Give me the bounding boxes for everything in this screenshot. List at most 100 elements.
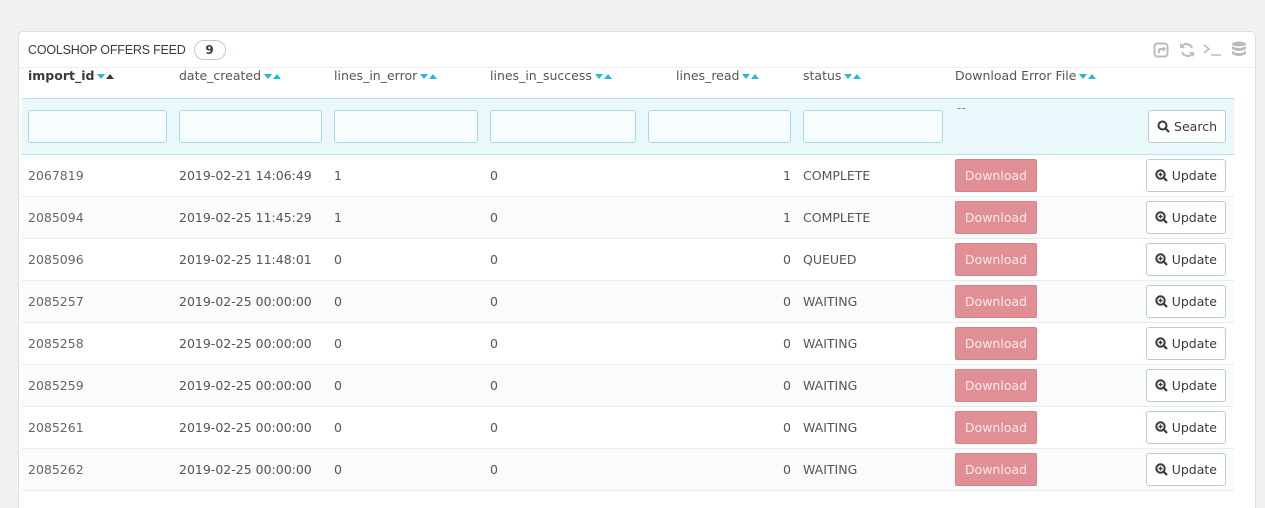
cell-date-created: 2019-02-25 00:00:00	[173, 448, 328, 491]
table-header-row: import_id date_created lines_in_error li…	[22, 53, 1234, 98]
table-row: 2085259 2019-02-25 00:00:00 0 0 0 WAITING Down…	[22, 364, 1234, 407]
table-row: 2085094 2019-02-25 11:45:29 1 0 1 COMPLETE Dow…	[22, 196, 1234, 239]
download-error-file-button[interactable]: Download	[955, 326, 1037, 360]
sort-desc-icon[interactable]	[420, 73, 429, 79]
download-error-file-button[interactable]: Download	[955, 410, 1037, 444]
download-error-file-button[interactable]: Download	[955, 200, 1037, 234]
no-filter-placeholder: --	[957, 100, 966, 115]
cell-date-created: 2019-02-25 00:00:00	[173, 322, 328, 365]
update-button[interactable]: Update	[1145, 200, 1226, 234]
cell-lines-in-error: 1	[328, 154, 484, 197]
zoom-in-icon	[1155, 336, 1168, 350]
update-button[interactable]: Update	[1145, 410, 1226, 444]
cell-status: WAITING	[797, 448, 949, 491]
table-row: 2067819 2019-02-21 14:06:49 1 0 1 COMPLETE Dow…	[22, 154, 1234, 197]
cell-status: WAITING	[797, 406, 949, 449]
filter-import-id-input[interactable]	[28, 109, 167, 143]
zoom-in-icon	[1155, 462, 1168, 476]
zoom-in-icon	[1155, 210, 1168, 224]
update-button[interactable]: Update	[1145, 326, 1226, 360]
cell-lines-read: 0	[642, 280, 797, 323]
download-error-file-button[interactable]: Download	[955, 368, 1037, 402]
sort-asc-icon[interactable]	[273, 73, 282, 79]
cell-lines-read: 1	[642, 154, 797, 197]
cell-lines-in-success: 0	[484, 196, 642, 239]
zoom-in-icon	[1155, 252, 1168, 266]
cell-import-id: 2085261	[22, 406, 173, 449]
sort-desc-icon[interactable]	[1079, 73, 1088, 79]
cell-import-id: 2085094	[22, 196, 173, 239]
cell-lines-in-success: 0	[484, 280, 642, 323]
cell-status: COMPLETE	[797, 154, 949, 197]
table-row: 2085261 2019-02-25 00:00:00 0 0 0 WAITING Down…	[22, 406, 1234, 449]
sort-asc-icon[interactable]	[1088, 73, 1097, 79]
column-header-date-created: date_created	[173, 53, 328, 98]
sort-asc-icon[interactable]	[853, 73, 862, 79]
update-button[interactable]: Update	[1145, 452, 1226, 486]
cell-import-id: 2067819	[22, 154, 173, 197]
filter-lines-in-success-input[interactable]	[490, 109, 636, 143]
sort-asc-icon[interactable]	[106, 73, 115, 79]
cell-lines-in-error: 0	[328, 448, 484, 491]
filter-lines-read-input[interactable]	[648, 109, 791, 143]
sort-desc-icon[interactable]	[594, 73, 603, 79]
column-header-import-id: import_id	[22, 53, 173, 98]
download-error-file-button[interactable]: Download	[955, 242, 1037, 276]
cell-lines-in-error: 0	[328, 406, 484, 449]
sort-asc-icon[interactable]	[751, 73, 760, 79]
offers-table: import_id date_created lines_in_error li…	[22, 53, 1234, 491]
update-button[interactable]: Update	[1145, 242, 1226, 276]
sort-desc-icon[interactable]	[97, 73, 106, 79]
cell-lines-in-error: 0	[328, 322, 484, 365]
update-button[interactable]: Update	[1145, 284, 1226, 318]
cell-lines-in-error: 0	[328, 238, 484, 281]
cell-lines-in-success: 0	[484, 406, 642, 449]
sort-asc-icon[interactable]	[603, 73, 612, 79]
cell-import-id: 2085258	[22, 322, 173, 365]
download-error-file-button[interactable]: Download	[955, 452, 1037, 486]
search-icon	[1157, 120, 1170, 133]
table-row: 2085096 2019-02-25 11:48:01 0 0 0 QUEUED Downl…	[22, 238, 1234, 281]
cell-date-created: 2019-02-25 00:00:00	[173, 280, 328, 323]
cell-date-created: 2019-02-21 14:06:49	[173, 154, 328, 197]
cell-lines-in-success: 0	[484, 364, 642, 407]
zoom-in-icon	[1155, 168, 1168, 182]
filter-date-created-input[interactable]	[179, 109, 322, 143]
cell-lines-in-error: 1	[328, 196, 484, 239]
update-button[interactable]: Update	[1145, 158, 1226, 192]
cell-import-id: 2085259	[22, 364, 173, 407]
download-error-file-button[interactable]: Download	[955, 158, 1037, 192]
column-header-download-error-file: Download Error File	[949, 53, 1234, 98]
cell-date-created: 2019-02-25 11:45:29	[173, 196, 328, 239]
sort-arrows	[594, 73, 612, 79]
table-row: 2085258 2019-02-25 00:00:00 0 0 0 WAITING Down…	[22, 322, 1234, 365]
sort-desc-icon[interactable]	[264, 73, 273, 79]
sort-asc-icon[interactable]	[429, 73, 438, 79]
cell-lines-in-error: 0	[328, 280, 484, 323]
column-header-lines-read: lines_read	[642, 53, 797, 98]
cell-lines-in-error: 0	[328, 364, 484, 407]
sort-desc-icon[interactable]	[742, 73, 751, 79]
sort-desc-icon[interactable]	[844, 73, 853, 79]
cell-import-id: 2085096	[22, 238, 173, 281]
column-header-lines-in-error: lines_in_error	[328, 53, 484, 98]
cell-date-created: 2019-02-25 11:48:01	[173, 238, 328, 281]
cell-lines-in-success: 0	[484, 238, 642, 281]
cell-status: COMPLETE	[797, 196, 949, 239]
sort-arrows	[1079, 73, 1097, 79]
cell-lines-read: 0	[642, 238, 797, 281]
sort-arrows	[97, 73, 115, 79]
cell-date-created: 2019-02-25 00:00:00	[173, 364, 328, 407]
cell-lines-in-success: 0	[484, 154, 642, 197]
cell-lines-read: 0	[642, 448, 797, 491]
cell-status: QUEUED	[797, 238, 949, 281]
cell-lines-read: 0	[642, 322, 797, 365]
search-button[interactable]: Search	[1148, 109, 1226, 143]
sort-arrows	[264, 73, 282, 79]
filter-status-input[interactable]	[803, 109, 943, 143]
filter-lines-in-error-input[interactable]	[334, 109, 478, 143]
cell-lines-read: 0	[642, 406, 797, 449]
download-error-file-button[interactable]: Download	[955, 284, 1037, 318]
update-button[interactable]: Update	[1145, 368, 1226, 402]
table-row: 2085257 2019-02-25 00:00:00 0 0 0 WAITING Down…	[22, 280, 1234, 323]
